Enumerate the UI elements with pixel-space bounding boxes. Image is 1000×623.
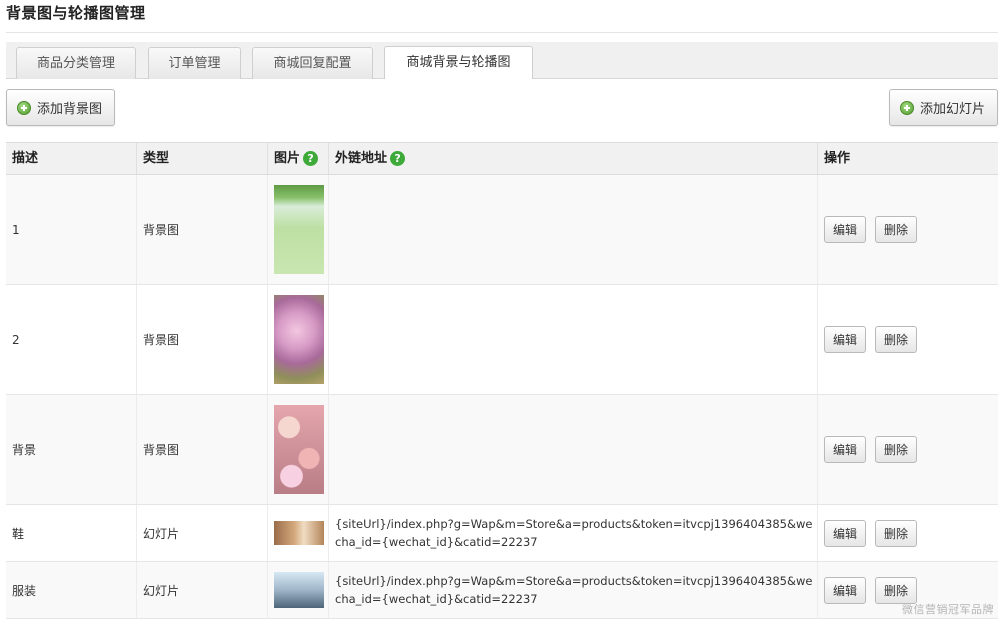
row-description: 背景 (6, 395, 137, 504)
row-type: 背景图 (137, 395, 268, 504)
delete-button[interactable]: 删除 (875, 576, 918, 604)
tab-order-management[interactable]: 订单管理 (148, 47, 241, 79)
thumbnail-image[interactable] (274, 572, 324, 608)
row-image-cell (268, 505, 329, 561)
watermark: 微信营销冠军品牌 (902, 603, 994, 616)
thumbnail-image[interactable] (274, 521, 324, 545)
add-slide-button[interactable]: 添加幻灯片 (889, 89, 998, 126)
row-actions: 编辑 删除 (818, 395, 998, 504)
row-type: 背景图 (137, 175, 268, 284)
tab-category-management[interactable]: 商品分类管理 (16, 47, 136, 79)
header-image-label: 图片 (274, 151, 301, 166)
table-row: 1 背景图 编辑 删除 (6, 175, 998, 285)
add-background-label: 添加背景图 (37, 102, 103, 117)
table-row: 鞋 幻灯片 {siteUrl}/index.php?g=Wap&m=Store&… (6, 505, 998, 562)
row-link (329, 175, 818, 284)
table-header: 描述 类型 图片? 外链地址? 操作 (6, 142, 998, 175)
row-link (329, 285, 818, 394)
header-type: 类型 (137, 143, 268, 174)
header-description: 描述 (6, 143, 137, 174)
row-type: 背景图 (137, 285, 268, 394)
header-image: 图片? (268, 143, 329, 174)
row-image-cell (268, 562, 329, 618)
add-background-button[interactable]: 添加背景图 (6, 89, 115, 126)
help-icon[interactable]: ? (390, 151, 406, 166)
row-description: 服装 (6, 562, 137, 618)
row-type: 幻灯片 (137, 562, 268, 618)
tab-reply-config[interactable]: 商城回复配置 (252, 47, 373, 79)
edit-button[interactable]: 编辑 (824, 326, 867, 353)
edit-button[interactable]: 编辑 (824, 576, 867, 604)
add-slide-label: 添加幻灯片 (920, 102, 986, 117)
thumbnail-image[interactable] (274, 295, 324, 384)
plus-circle-icon (17, 100, 31, 115)
tab-background-carousel[interactable]: 商城背景与轮播图 (384, 46, 533, 79)
row-type: 幻灯片 (137, 505, 268, 561)
row-link: {siteUrl}/index.php?g=Wap&m=Store&a=prod… (329, 505, 818, 561)
table-row: 背景 背景图 编辑 删除 (6, 395, 998, 505)
row-actions: 编辑 删除 (818, 285, 998, 394)
header-actions: 操作 (824, 151, 851, 166)
table-row: 服装 幻灯片 {siteUrl}/index.php?g=Wap&m=Store… (6, 562, 998, 619)
table-row: 2 背景图 编辑 删除 (6, 285, 998, 395)
row-description: 1 (6, 175, 137, 284)
row-link: {siteUrl}/index.php?g=Wap&m=Store&a=prod… (329, 562, 818, 618)
delete-button[interactable]: 删除 (875, 216, 918, 243)
thumbnail-image[interactable] (274, 405, 324, 494)
header-link-label: 外链地址 (335, 151, 388, 166)
row-image-cell (268, 285, 329, 394)
help-icon[interactable]: ? (303, 151, 319, 166)
edit-button[interactable]: 编辑 (824, 436, 867, 463)
delete-button[interactable]: 删除 (875, 519, 918, 547)
page-title: 背景图与轮播图管理 (6, 4, 146, 22)
delete-button[interactable]: 删除 (875, 436, 918, 463)
row-image-cell (268, 395, 329, 504)
edit-button[interactable]: 编辑 (824, 519, 867, 547)
row-image-cell (268, 175, 329, 284)
tab-bar: 商品分类管理 订单管理 商城回复配置 商城背景与轮播图 (6, 42, 998, 79)
row-description: 2 (6, 285, 137, 394)
header-link: 外链地址? (329, 143, 818, 174)
row-actions: 编辑 删除 (818, 505, 998, 561)
row-link (329, 395, 818, 504)
row-description: 鞋 (6, 505, 137, 561)
title-divider (6, 32, 998, 33)
delete-button[interactable]: 删除 (875, 326, 918, 353)
row-actions: 编辑 删除 (818, 175, 998, 284)
edit-button[interactable]: 编辑 (824, 216, 867, 243)
plus-circle-icon (900, 100, 914, 115)
thumbnail-image[interactable] (274, 185, 324, 274)
